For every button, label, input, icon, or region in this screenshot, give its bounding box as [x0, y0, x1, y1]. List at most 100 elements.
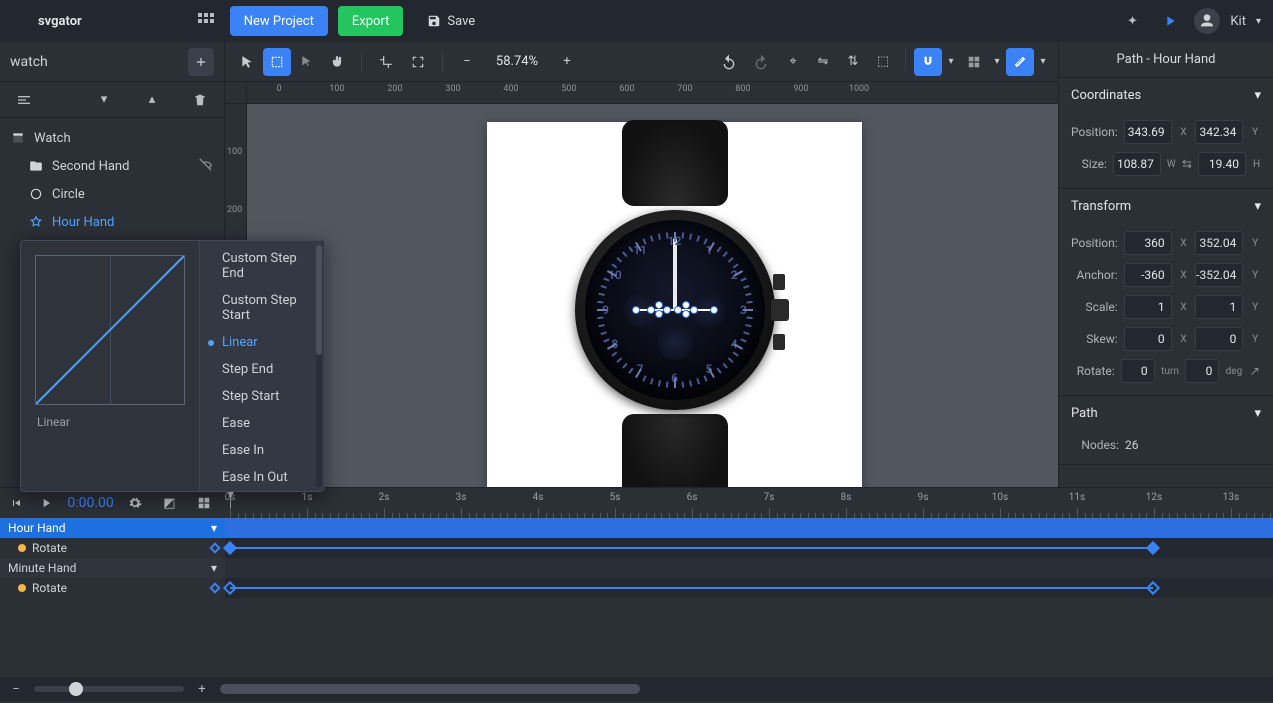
coord-pos-x[interactable]: 343.69 [1124, 120, 1172, 144]
easing-scrollbar[interactable] [316, 245, 322, 487]
layer-root[interactable]: Watch [0, 124, 224, 152]
tf-rot-turn[interactable]: 0 [1121, 359, 1155, 383]
user-menu-chevron-icon[interactable]: ▾ [1256, 16, 1261, 27]
export-button[interactable]: Export [338, 6, 404, 36]
property-dot-icon [18, 584, 26, 592]
play-preview-icon[interactable] [1156, 7, 1184, 35]
snap-toggle[interactable] [914, 48, 942, 76]
node-tool[interactable] [293, 48, 321, 76]
tf-skew-y[interactable]: 0 [1195, 327, 1243, 351]
tf-anc-x[interactable]: -360 [1124, 263, 1172, 287]
circle-icon [28, 187, 44, 201]
focus-icon[interactable]: ⌖ [779, 48, 807, 76]
collapse-up-icon[interactable]: ▴ [138, 86, 166, 114]
timeline-grid-icon[interactable] [191, 489, 217, 517]
tf-anc-y[interactable]: -352.04 [1195, 263, 1243, 287]
save-button[interactable]: Save [413, 6, 489, 36]
timeline-mask-icon[interactable]: ◩ [156, 489, 182, 517]
flip-v-icon[interactable]: ⇅ [839, 48, 867, 76]
user-avatar[interactable] [1194, 8, 1220, 34]
easing-option[interactable]: Ease [200, 410, 324, 437]
rotate-direction-icon[interactable]: ↗ [1249, 364, 1261, 378]
section-coordinates[interactable]: Coordinates▾ [1059, 78, 1273, 112]
pan-tool[interactable] [323, 48, 351, 76]
timeline-play-button[interactable] [33, 489, 59, 517]
zoom-in-button[interactable]: + [553, 48, 581, 76]
settings-sparkle-icon[interactable]: ✦ [1118, 7, 1146, 35]
zoom-level[interactable]: 58.74% [485, 54, 549, 69]
undo-button[interactable] [715, 48, 743, 76]
flip-h-icon[interactable]: ⇋ [809, 48, 837, 76]
timeline-settings-icon[interactable] [122, 489, 148, 517]
ruler-toggle[interactable] [1006, 48, 1034, 76]
easing-option[interactable]: Ease In [200, 437, 324, 464]
tf-scale-y[interactable]: 1 [1195, 295, 1243, 319]
timeline-zoom-in[interactable]: + [194, 675, 210, 703]
hour-hand-selection[interactable] [636, 303, 714, 317]
select-tool[interactable] [233, 48, 261, 76]
transform-tool[interactable] [263, 48, 291, 76]
link-dimensions-icon[interactable]: ⇆ [1182, 157, 1192, 171]
canvas-stage[interactable]: -400-300-200-100010020030040050060070080… [225, 82, 1058, 487]
tf-pos-y[interactable]: 352.04 [1195, 231, 1243, 255]
project-name-input[interactable] [10, 54, 188, 70]
timeline-row-minute-hand[interactable]: Minute Hand▾ [0, 558, 1273, 578]
panel-menu-icon[interactable] [10, 86, 38, 114]
keyframe-add-icon[interactable] [209, 582, 220, 593]
top-bar: svgator New Project Export Save ✦ Kit ▾ [0, 0, 1273, 42]
coord-size-h[interactable]: 19.40 [1198, 152, 1246, 176]
timeline-scrollbar[interactable] [220, 684, 640, 694]
layer-item-hour-hand[interactable]: Hour Hand [0, 208, 224, 236]
keyframe-add-icon[interactable] [209, 542, 220, 553]
ruler-horizontal[interactable]: -400-300-200-100010020030040050060070080… [247, 82, 1058, 104]
easing-option[interactable]: Custom Step Start [200, 287, 324, 329]
timeline-row-hour-hand[interactable]: Hour Hand▾ [0, 518, 1273, 538]
tf-skew-x[interactable]: 0 [1124, 327, 1172, 351]
delete-icon[interactable] [186, 86, 214, 114]
easing-option[interactable]: Ease In Out [200, 464, 324, 491]
timeline-ruler[interactable]: 0s1s2s3s4s5s6s7s8s9s10s11s12s13s [225, 488, 1273, 518]
timeline-row-hour-rotate[interactable]: Rotate [0, 538, 1273, 558]
timeline-zoom-slider[interactable] [34, 686, 184, 692]
coord-pos-y[interactable]: 342.34 [1195, 120, 1243, 144]
user-name[interactable]: Kit [1230, 14, 1246, 29]
snap-menu-chevron-icon[interactable]: ▾ [944, 48, 958, 76]
coord-size-w[interactable]: 108.87 [1113, 152, 1161, 176]
add-element-button[interactable] [188, 48, 214, 76]
artboard[interactable]: 121234567891011 [487, 122, 862, 487]
timeline-zoom-out[interactable]: − [8, 675, 24, 703]
easing-option[interactable]: Step End [200, 356, 324, 383]
section-path[interactable]: Path▾ [1059, 396, 1273, 430]
easing-option[interactable]: Custom Step End [200, 245, 324, 287]
ruler-menu-chevron-icon[interactable]: ▾ [1036, 48, 1050, 76]
apps-grid-icon[interactable] [192, 7, 220, 35]
path-node-count: 26 [1125, 438, 1139, 452]
timeline-rewind-button[interactable] [8, 489, 25, 517]
collapse-down-icon[interactable]: ▾ [90, 86, 118, 114]
grid-menu-chevron-icon[interactable]: ▾ [990, 48, 1004, 76]
fit-screen-tool[interactable] [404, 48, 432, 76]
layer-item-circle[interactable]: Circle [0, 180, 224, 208]
property-dot-icon [18, 544, 26, 552]
grid-toggle[interactable] [960, 48, 988, 76]
watch-illustration: 121234567891011 [622, 130, 728, 488]
tf-pos-x[interactable]: 360 [1124, 231, 1172, 255]
easing-curve-graph[interactable] [35, 255, 185, 405]
redo-button[interactable] [747, 48, 775, 76]
timeline-row-minute-rotate[interactable]: Rotate [0, 578, 1273, 598]
section-transform[interactable]: Transform▾ [1059, 189, 1273, 223]
layer-item-second-hand[interactable]: Second Hand [0, 152, 224, 180]
zoom-out-button[interactable]: − [453, 48, 481, 76]
tf-scale-x[interactable]: 1 [1124, 295, 1172, 319]
visibility-off-icon[interactable] [198, 156, 214, 176]
timeline-time[interactable]: 0:00.00 [67, 495, 113, 511]
easing-option[interactable]: Step Start [200, 383, 324, 410]
easing-option[interactable]: Linear [200, 329, 324, 356]
new-project-button[interactable]: New Project [230, 6, 328, 36]
app-name: svgator [38, 14, 82, 29]
layer-label: Second Hand [52, 159, 129, 174]
easing-popup: Linear Custom Step End Custom Step Start… [20, 240, 325, 492]
tf-rot-deg[interactable]: 0 [1185, 359, 1219, 383]
crop-tool[interactable] [372, 48, 400, 76]
lock-icon[interactable]: ⬚ [869, 48, 897, 76]
